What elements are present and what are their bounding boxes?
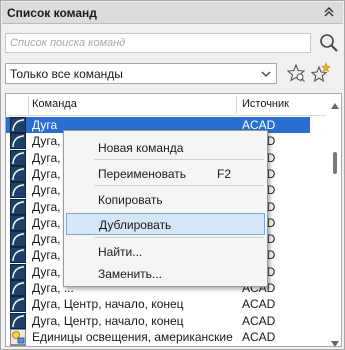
menu-item-label: Дублировать (99, 218, 172, 232)
menu-item-shortcut: F2 (217, 167, 232, 181)
arc-icon (10, 149, 26, 166)
command-list-panel: Список команд Только все команды (0, 0, 345, 350)
panel-title: Список команд (7, 6, 97, 20)
scrollbar-thumb[interactable] (333, 152, 337, 174)
chevron-down-icon (259, 67, 273, 81)
command-source: ACAD (242, 297, 276, 312)
column-separator[interactable] (236, 96, 237, 114)
star-new-icon[interactable] (309, 62, 331, 84)
list-item[interactable]: Единицы освещения, американские ACAD (6, 328, 310, 345)
menu-item-label: Найти... (98, 245, 143, 259)
arc-icon (10, 247, 26, 264)
menu-item-label: Новая команда (98, 141, 184, 155)
arc-icon (10, 312, 26, 329)
search-icon[interactable] (318, 32, 340, 54)
scroll-up-icon[interactable] (331, 98, 339, 109)
menu-item[interactable]: Найти... (66, 241, 265, 263)
context-menu: Новая команда Переименовать F2 Копировать Ду… (63, 130, 268, 287)
menu-item[interactable]: Заменить... (66, 263, 265, 285)
menu-item[interactable]: Переименовать F2 (66, 163, 265, 185)
command-name: Дуга, Центр, начало, конец (32, 313, 184, 328)
arc-icon (10, 182, 26, 199)
arc-icon (10, 133, 26, 150)
lighting-units-icon (10, 328, 26, 345)
command-source: ACAD (242, 329, 276, 344)
arc-icon (10, 263, 26, 280)
command-name: Дуга (32, 118, 58, 132)
list-header: Команда Источник (6, 94, 326, 116)
filter-selected-value: Только все команды (10, 67, 123, 81)
list-item[interactable]: Дуга, Центр, начало, конец ACAD (6, 296, 310, 313)
command-source: ACAD (242, 313, 276, 328)
vertical-scrollbar[interactable] (328, 94, 341, 346)
menu-item-label: Переименовать (98, 167, 186, 181)
menu-separator (94, 159, 264, 160)
lighting-units-icon (10, 345, 26, 346)
column-header-source[interactable]: Источник (242, 98, 289, 110)
menu-item[interactable]: Дублировать (66, 213, 265, 235)
menu-item[interactable]: Новая команда (66, 137, 265, 159)
menu-item-label: Заменить... (98, 267, 162, 281)
column-header-command[interactable]: Команда (32, 98, 77, 110)
filter-row: Только все команды (5, 61, 341, 87)
list-item[interactable]: Единицы освещения, СИ ACAD (6, 345, 310, 347)
menu-separator (94, 237, 264, 238)
star-filter-icon[interactable] (285, 62, 307, 84)
command-source: ACAD (242, 346, 275, 347)
panel-titlebar: Список команд (2, 2, 343, 24)
search-row (5, 31, 341, 57)
list-item[interactable]: Дуга, Центр, начало, конец ACAD (6, 312, 310, 329)
column-separator (28, 96, 29, 114)
command-name: Дуга, Центр, начало, конец (32, 297, 184, 312)
arc-icon (10, 280, 26, 296)
arc-icon (10, 117, 26, 133)
arc-icon (10, 231, 26, 248)
scroll-down-icon[interactable] (331, 336, 339, 346)
menu-separator (94, 185, 264, 186)
menu-item-label: Копировать (98, 193, 163, 207)
arc-icon (10, 198, 26, 215)
command-name: Единицы освещения, СИ (32, 346, 172, 347)
menu-item[interactable]: Копировать (66, 189, 265, 211)
search-input[interactable] (5, 33, 311, 53)
arc-icon (10, 214, 26, 231)
double-chevron-up-icon[interactable] (321, 4, 337, 20)
command-name: Единицы освещения, американские (32, 329, 233, 344)
arc-icon (10, 165, 26, 182)
arc-icon (10, 296, 26, 313)
filter-dropdown[interactable]: Только все команды (5, 63, 277, 84)
